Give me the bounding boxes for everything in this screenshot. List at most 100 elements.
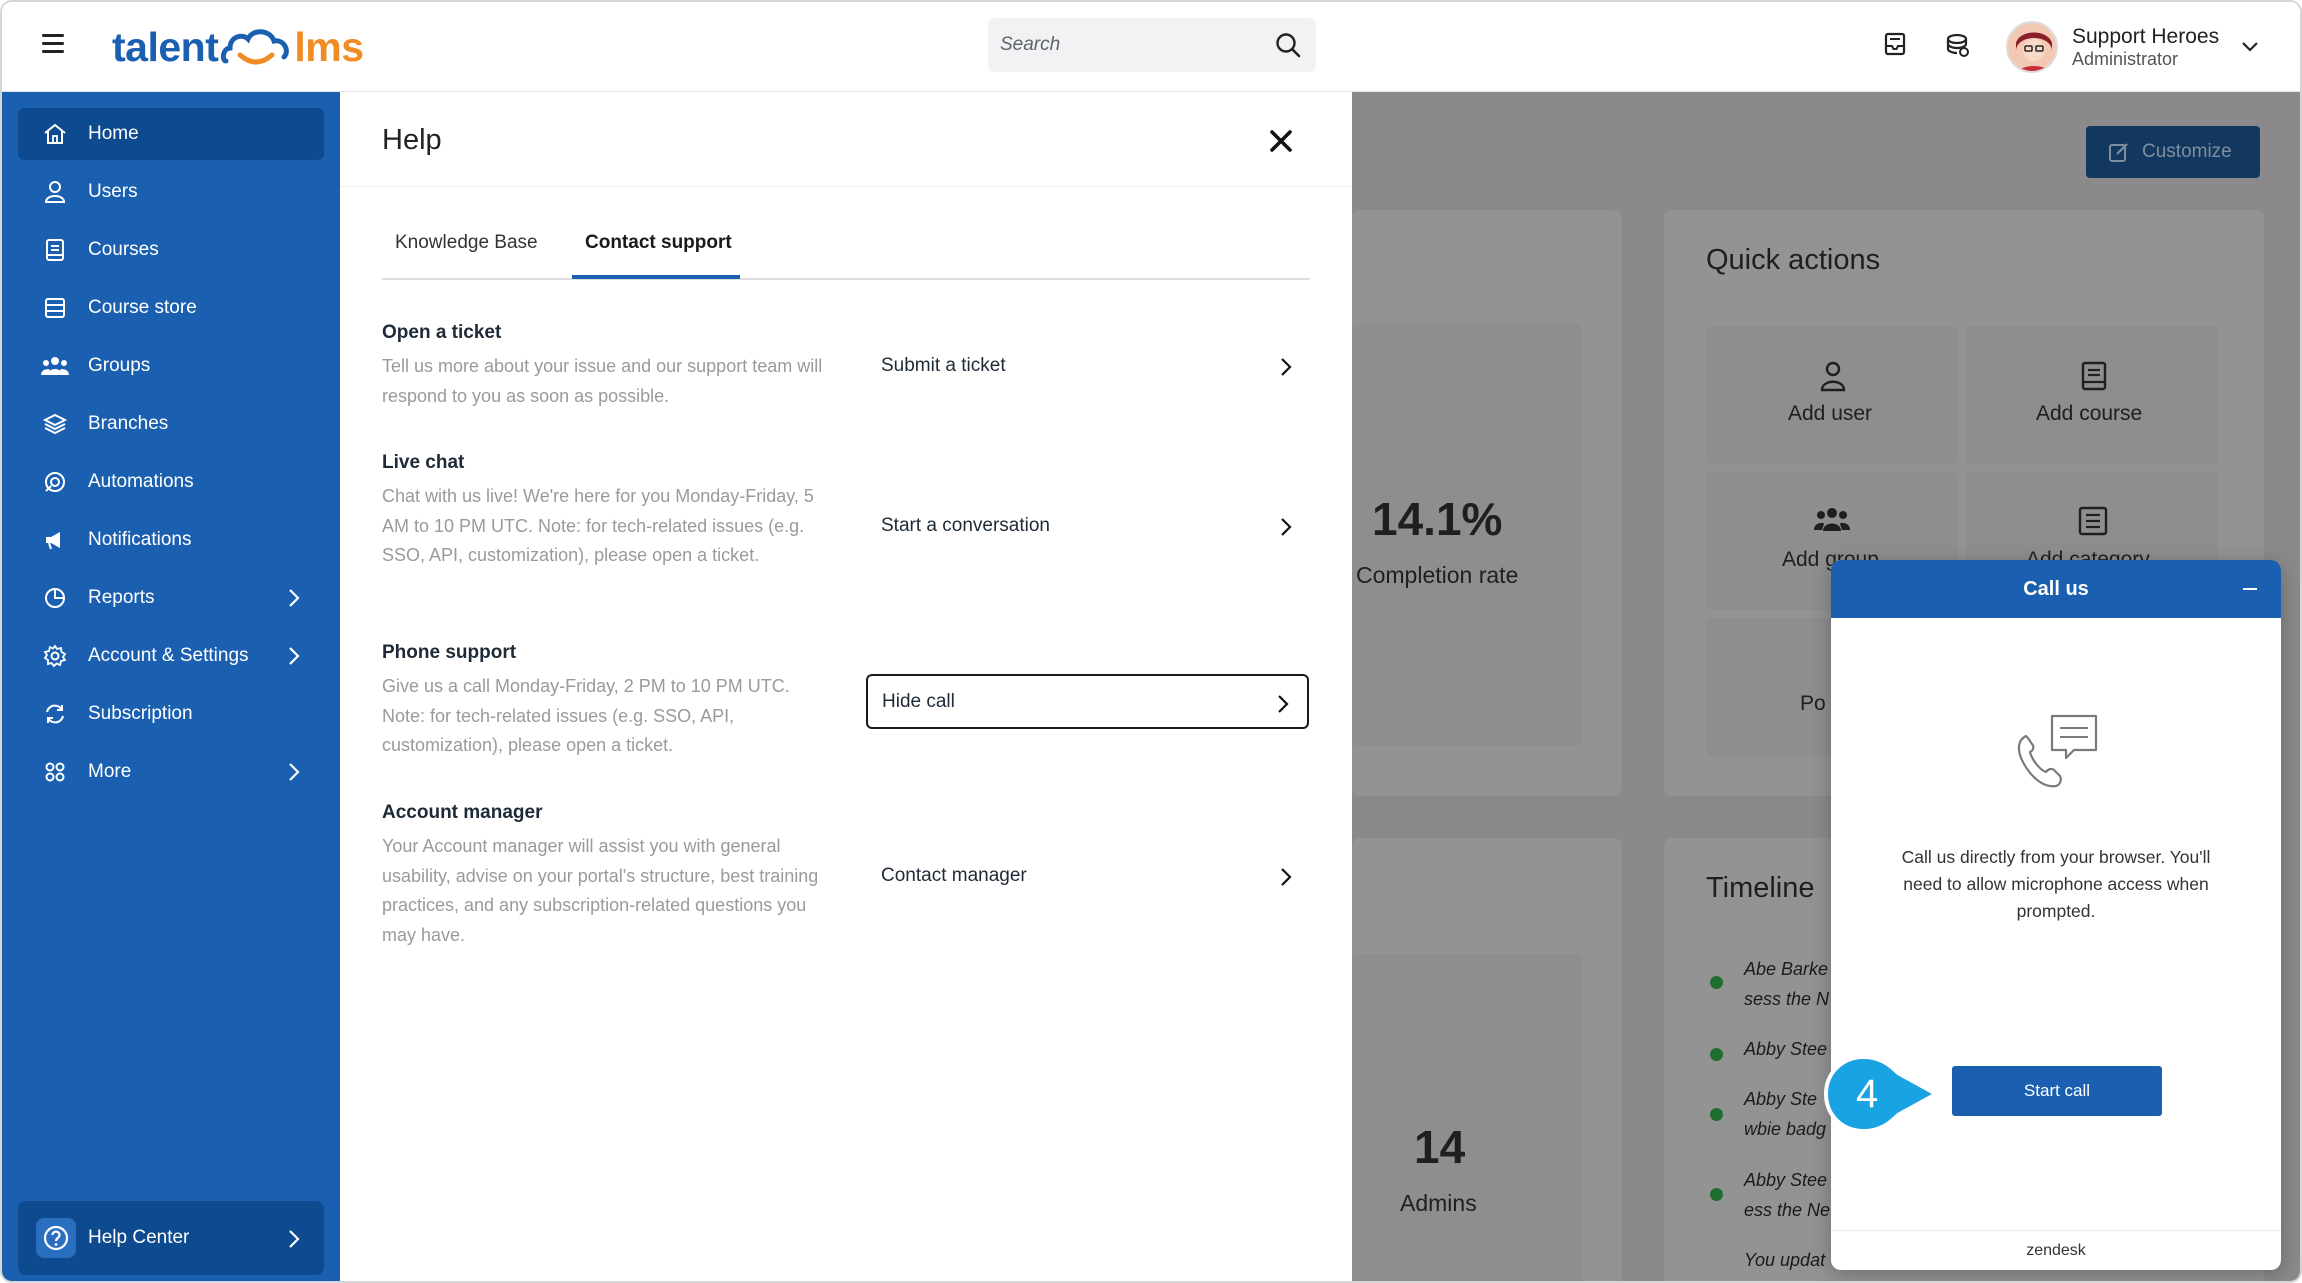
sidebar-item-home[interactable]: Home: [18, 108, 324, 160]
timeline-dot: [1710, 1108, 1723, 1121]
sidebar-item-courses[interactable]: Courses: [18, 224, 324, 276]
question-icon: [43, 1225, 69, 1251]
section-desc-account-manager: Your Account manager will assist you wit…: [382, 836, 819, 945]
add-user-icon: [1820, 361, 1846, 392]
phone-chat-icon: [2017, 714, 2098, 788]
admins-tile: [1352, 954, 1582, 1281]
timeline-item: Abe Barke: [1744, 959, 1829, 979]
layers-icon: [43, 413, 67, 435]
quick-action-add-course[interactable]: [1966, 326, 2218, 464]
inbox-icon[interactable]: [1878, 28, 1912, 62]
top-bar: talent lms Search Support Heroes Adminis…: [2, 2, 2300, 92]
menu-toggle-icon[interactable]: [42, 34, 64, 53]
book-icon: [46, 239, 64, 261]
sidebar-item-label: More: [88, 761, 132, 782]
sidebar-item-more[interactable]: More: [18, 746, 324, 798]
user-name: Support Heroes: [2072, 24, 2220, 48]
section-desc-open-ticket: Tell us more about your issue and our su…: [382, 356, 823, 406]
chevron-down-icon[interactable]: [2241, 41, 2259, 53]
timeline-item: wbie badg: [1744, 1119, 1827, 1139]
submit-ticket-button[interactable]: Submit a ticket: [867, 339, 1310, 393]
sidebar-item-label: Subscription: [88, 703, 193, 724]
automation-icon: [45, 472, 65, 492]
add-category-icon: [2078, 506, 2108, 536]
user-icon: [44, 181, 66, 203]
timeline-item: sess the N: [1744, 989, 1830, 1009]
grid-icon: [45, 762, 65, 782]
admins-value: 14: [1414, 1121, 1466, 1173]
section-title-phone-support: Phone support: [382, 642, 517, 663]
section-desc-live-chat: Chat with us live! We're here for you Mo…: [382, 486, 814, 565]
quick-action-label: Add course: [2036, 402, 2143, 425]
help-center-label: Help Center: [88, 1227, 190, 1248]
sidebar-item-label: Courses: [88, 239, 159, 260]
section-title-account-manager: Account manager: [382, 802, 543, 823]
user-menu[interactable]: Support Heroes Administrator: [2006, 16, 2259, 78]
quick-actions-title: Quick actions: [1706, 244, 1881, 276]
widget-title: Call us: [1831, 560, 2281, 618]
search-box: [988, 18, 1316, 72]
sidebar-item-notifications[interactable]: Notifications: [18, 514, 324, 566]
divider: [340, 186, 1352, 187]
sidebar-item-automations[interactable]: Automations: [18, 456, 324, 508]
help-center-button[interactable]: Help Center: [18, 1201, 324, 1275]
timeline-dot: [1710, 976, 1723, 989]
search-icon[interactable]: [1274, 31, 1302, 59]
close-icon[interactable]: [1268, 128, 1294, 154]
tab-contact-support[interactable]: Contact support: [585, 232, 732, 254]
refresh-icon: [46, 704, 64, 724]
sidebar-item-groups[interactable]: Groups: [18, 340, 324, 392]
help-panel: Help Knowledge Base Contact support Open…: [340, 92, 1352, 1281]
sidebar: Home Users Courses Course store Groups B…: [2, 92, 340, 1281]
home-icon: [44, 123, 66, 144]
sidebar-item-reports[interactable]: Reports: [18, 572, 324, 624]
hide-call-button[interactable]: Hide call: [866, 674, 1309, 729]
sidebar-item-label: Notifications: [88, 529, 192, 550]
step-number: 4: [1856, 1072, 1878, 1116]
section-desc-phone-support: Give us a call Monday-Friday, 2 PM to 10…: [382, 676, 790, 755]
add-group-icon: [1814, 508, 1850, 531]
sidebar-item-label: Groups: [88, 355, 151, 376]
start-conversation-button[interactable]: Start a conversation: [867, 499, 1310, 553]
chevron-right-icon: [1281, 868, 1292, 886]
contact-manager-button[interactable]: Contact manager: [867, 849, 1310, 903]
sidebar-item-users[interactable]: Users: [18, 166, 324, 218]
quick-action-add-user[interactable]: [1706, 326, 1958, 464]
admins-label: Admins: [1400, 1190, 1477, 1216]
search-input[interactable]: [1000, 18, 1260, 72]
start-call-button[interactable]: Start call: [1952, 1066, 2162, 1116]
completion-value: 14.1%: [1372, 493, 1503, 545]
sidebar-item-account-settings[interactable]: Account & Settings: [18, 630, 324, 682]
sidebar-item-label: Automations: [88, 471, 194, 492]
timeline-item: Abby Ste: [1744, 1089, 1818, 1109]
chevron-right-icon: [1281, 518, 1292, 536]
chevron-right-icon: [1278, 695, 1289, 713]
add-course-icon: [2081, 361, 2107, 391]
credits-icon[interactable]: [1940, 28, 1974, 62]
chevron-right-icon: [289, 589, 300, 607]
sidebar-item-label: Account & Settings: [88, 645, 249, 666]
talentlms-logo[interactable]: talent lms: [112, 22, 364, 72]
chevron-right-icon: [1281, 358, 1292, 376]
edit-icon: [2109, 143, 2128, 162]
minimize-icon[interactable]: [2243, 588, 2257, 590]
tab-knowledge-base[interactable]: Knowledge Base: [395, 232, 538, 254]
sidebar-item-subscription[interactable]: Subscription: [18, 688, 324, 740]
section-title-live-chat: Live chat: [382, 452, 465, 473]
active-tab-indicator: [572, 275, 740, 279]
timeline-item: ess the Ne: [1744, 1200, 1831, 1220]
app-window: talent lms Search Support Heroes Adminis…: [0, 0, 2302, 1283]
timeline-dot: [1710, 1048, 1723, 1061]
completion-label: Completion rate: [1356, 562, 1519, 588]
sidebar-item-label: Course store: [88, 297, 197, 318]
chevron-right-icon: [289, 647, 300, 665]
sidebar-item-course-store[interactable]: Course store: [18, 282, 324, 334]
quick-action-label: Add user: [1788, 402, 1873, 425]
call-us-widget: Call us Call us directly from your brows…: [1831, 560, 2281, 1270]
user-role: Administrator: [2072, 48, 2179, 69]
timeline-item: Abby Stee: [1744, 1039, 1828, 1059]
sidebar-item-label: Home: [88, 123, 139, 144]
customize-button[interactable]: Customize: [2086, 126, 2260, 178]
sidebar-item-branches[interactable]: Branches: [18, 398, 324, 450]
quick-action-label: Po: [1800, 692, 1826, 715]
